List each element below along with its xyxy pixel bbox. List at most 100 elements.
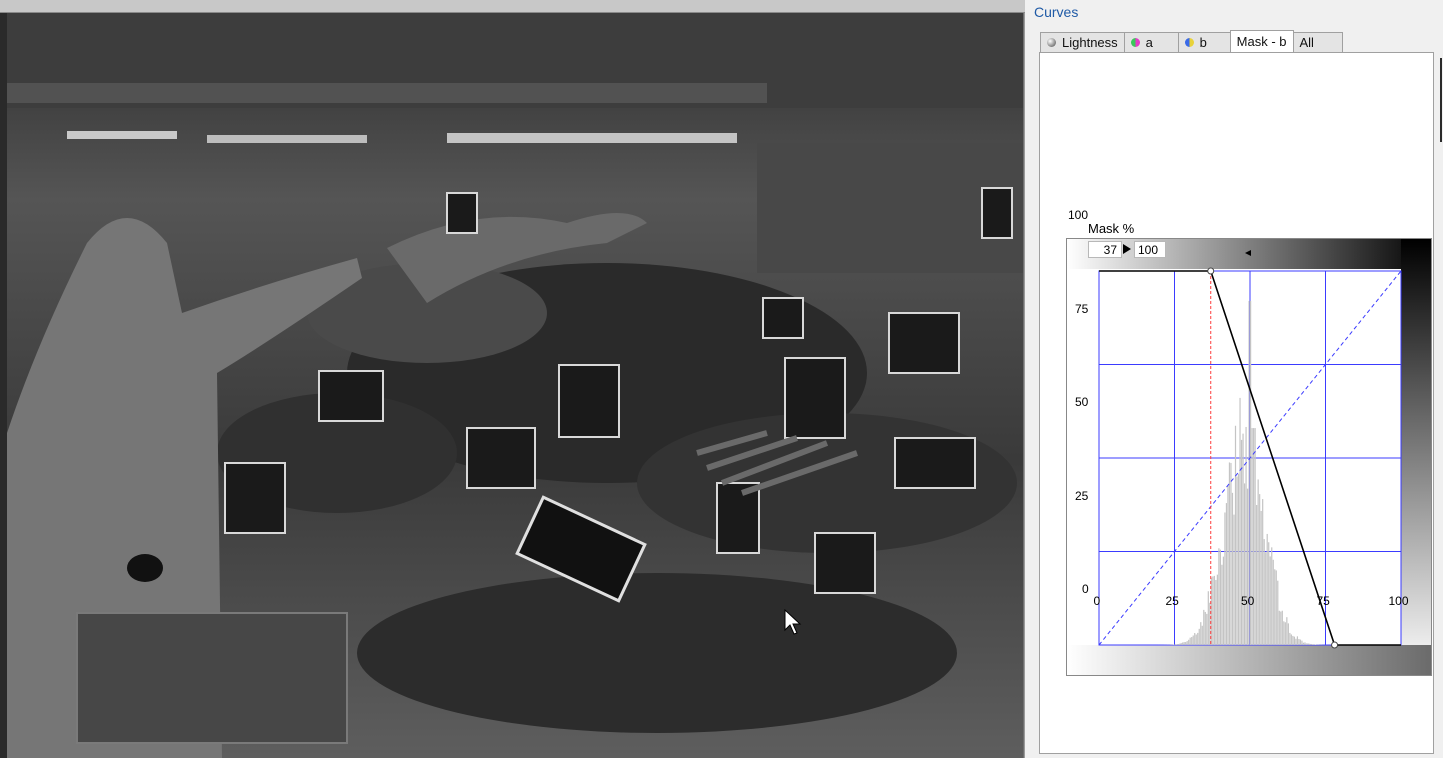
histogram-bar	[1240, 439, 1243, 645]
histogram-bar	[1275, 570, 1277, 645]
histogram-bar	[1298, 638, 1300, 645]
histogram-bar	[1302, 642, 1305, 645]
histogram-bar	[1216, 574, 1218, 645]
tab-label: All	[1299, 35, 1314, 50]
histogram-bar	[1189, 637, 1191, 645]
histogram-bar	[1253, 428, 1255, 645]
y-axis-tick-label: 75	[1075, 301, 1089, 316]
histogram-bar	[1224, 512, 1226, 645]
b-channel-icon	[1184, 38, 1194, 47]
histogram-bar	[1295, 638, 1297, 645]
histogram-bar	[1179, 643, 1181, 645]
histogram-bar	[1206, 613, 1208, 645]
a-channel-icon	[1130, 38, 1140, 47]
tab-label: Lightness	[1062, 35, 1118, 50]
histogram-bar	[1269, 556, 1271, 645]
histogram-bar	[1314, 644, 1317, 645]
histogram-bar	[1195, 634, 1197, 645]
y-axis-tick-label: 0	[1082, 582, 1089, 596]
viewport-left-border	[0, 13, 7, 758]
image-viewport[interactable]	[0, 0, 1025, 758]
tab-label: Mask - b	[1236, 34, 1287, 49]
histogram-bar	[1304, 642, 1306, 645]
x-axis-tick-label: 25	[1165, 594, 1179, 608]
histogram-bar	[1192, 635, 1194, 645]
histogram-bar	[1274, 569, 1276, 645]
scrollbar[interactable]	[1440, 58, 1442, 142]
histogram-bar	[1222, 556, 1225, 645]
histogram-bar	[1277, 580, 1279, 645]
tab-b[interactable]: b	[1177, 32, 1231, 52]
histogram-bar	[1219, 549, 1221, 645]
histogram-bar	[1182, 642, 1184, 645]
histogram-bar	[1176, 644, 1178, 645]
histogram-bar	[1231, 492, 1234, 645]
histogram-bar	[1284, 622, 1286, 645]
histogram-bar	[1256, 504, 1258, 645]
lightness-channel-icon	[1047, 38, 1056, 47]
histogram-bar	[1280, 611, 1282, 645]
curve-graph[interactable]	[1067, 239, 1432, 676]
histogram-bar	[1308, 643, 1311, 645]
histogram-bar	[1299, 639, 1302, 645]
histogram-bar	[1281, 610, 1283, 645]
histogram-bar	[1185, 642, 1187, 645]
histogram-bar	[1236, 476, 1238, 645]
y-axis-tick-label: 100	[1068, 208, 1089, 222]
histogram-bar	[1292, 635, 1294, 645]
histogram-bar	[1201, 625, 1203, 645]
curve-control-point[interactable]	[1207, 267, 1215, 275]
histogram-bar	[1230, 462, 1232, 645]
histogram-bar	[1242, 433, 1244, 645]
tab-a[interactable]: a	[1123, 32, 1179, 52]
tab-mask-b[interactable]: Mask - b	[1229, 30, 1294, 52]
histogram-bar	[1174, 644, 1176, 645]
histogram-bar	[1251, 428, 1253, 645]
histogram-bar	[1221, 564, 1223, 645]
mask-preview-image[interactable]	[7, 13, 1023, 758]
tab-label: a	[1145, 35, 1153, 50]
histogram-bar	[1191, 637, 1193, 645]
histogram-bar	[1265, 552, 1267, 645]
histogram-bar	[1313, 644, 1315, 645]
channel-tabs: Lightness a b Mask - b All	[1040, 30, 1343, 53]
histogram-bar	[1245, 426, 1247, 645]
input-value-field[interactable]: 37	[1088, 241, 1122, 258]
histogram-bar	[1311, 644, 1314, 645]
output-gradient-right	[1401, 239, 1431, 675]
histogram-bar	[1287, 623, 1289, 645]
histogram-bar	[1310, 643, 1312, 645]
histogram-bar	[1289, 632, 1291, 645]
curve-editor[interactable]	[1066, 238, 1432, 676]
histogram-bar	[1215, 579, 1217, 645]
histogram-bar	[1272, 559, 1274, 645]
tab-label: b	[1199, 35, 1207, 50]
histogram-bar	[1213, 575, 1215, 645]
histogram-bar	[1212, 576, 1214, 645]
histogram-bar	[1259, 494, 1261, 645]
curve-control-point[interactable]	[1331, 641, 1339, 649]
histogram-bar	[1263, 539, 1265, 645]
y-axis-tick-label: 50	[1075, 395, 1089, 409]
x-axis-tick-label: 0	[1093, 594, 1101, 608]
panel-title: Curves	[1034, 4, 1079, 20]
histogram-bar	[1283, 621, 1285, 645]
histogram-bar	[1180, 642, 1182, 645]
histogram-bar	[1204, 611, 1206, 645]
histogram-bar	[1183, 642, 1185, 645]
histogram-bar	[1254, 428, 1256, 645]
tab-all[interactable]: All	[1292, 32, 1343, 52]
histogram-bar	[1203, 609, 1205, 645]
histogram-bar	[1266, 533, 1268, 645]
viewport-top-border	[0, 0, 1025, 13]
histogram-bar	[1225, 503, 1228, 645]
tab-lightness[interactable]: Lightness	[1040, 32, 1125, 52]
histogram-bar	[1293, 636, 1295, 645]
output-value-field[interactable]: 100	[1134, 241, 1166, 258]
histogram-bar	[1290, 634, 1292, 645]
histogram-bar	[1262, 499, 1264, 645]
histogram-bar	[1218, 548, 1220, 645]
input-gradient-bottom	[1067, 645, 1431, 675]
x-axis-tick-label: 50	[1241, 594, 1255, 608]
histogram-bar	[1301, 640, 1303, 645]
